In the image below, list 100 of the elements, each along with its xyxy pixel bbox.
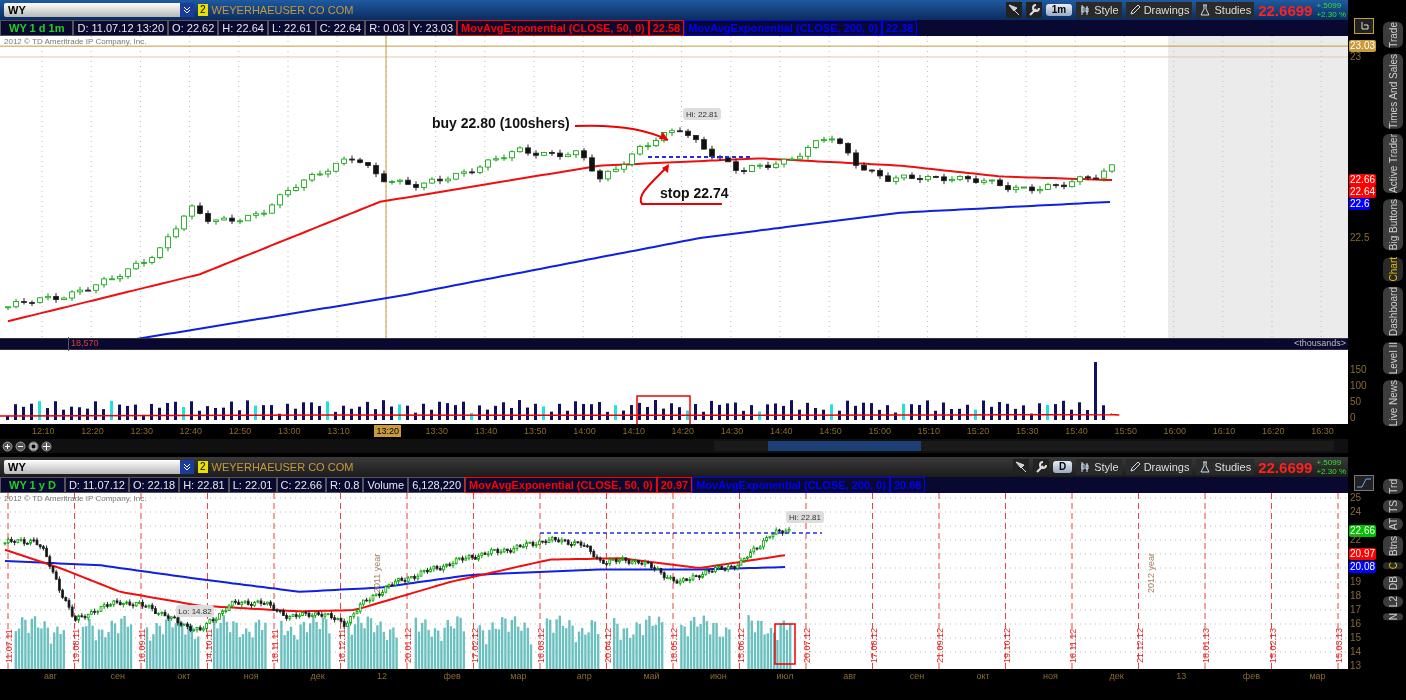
side-tab[interactable]: Big Buttons	[1383, 199, 1403, 251]
aggregation-button[interactable]: D	[1052, 461, 1073, 473]
date-marker-label: 14.10.11	[203, 628, 214, 663]
side-tab[interactable]: Level II	[1383, 341, 1403, 375]
data-field: R: 0.8	[326, 477, 364, 493]
link-badge[interactable]: 2	[198, 4, 208, 16]
price-tick-label: 14	[1350, 646, 1362, 658]
last-price: 22.6699	[1258, 2, 1313, 18]
time-axis-label: 12:20	[80, 425, 105, 437]
toolbar-button[interactable]: Drawings	[1125, 459, 1193, 475]
net-change: +.5099	[1316, 458, 1343, 467]
side-tab[interactable]: L2	[1383, 595, 1403, 607]
price-tick-label: 23	[1350, 51, 1362, 63]
symbol-field[interactable]: WY	[4, 460, 194, 474]
side-tab[interactable]: Dashboard	[1383, 286, 1403, 336]
company-name: WEYERHAEUSER CO COM	[211, 459, 354, 475]
data-field: H: 22.81	[179, 477, 229, 493]
time-axis-label: 13:50	[523, 425, 548, 437]
toolbar-button[interactable]: Drawings	[1125, 2, 1193, 18]
month-axis-label: апр	[576, 670, 592, 682]
side-tab[interactable]: AT	[1383, 518, 1403, 531]
data-field: 6,128,220	[408, 477, 466, 493]
time-axis-label: 12:30	[129, 425, 154, 437]
study-label: 22.38	[881, 20, 918, 36]
data-field: D: 11.07.12	[64, 477, 129, 493]
side-tab[interactable]: C	[1383, 562, 1403, 570]
volume-axis-label: 0	[1350, 412, 1356, 424]
price-tick-label: 17	[1350, 604, 1362, 616]
year-marker-label: 2012 year	[1146, 552, 1156, 593]
copyright-text: 2012 © TD Ameritrade IP Company, Inc.	[4, 494, 147, 503]
price-tick-label: 22	[1350, 534, 1362, 546]
side-tab[interactable]: Trd	[1383, 479, 1403, 494]
date-marker-label: 18.11.11	[270, 629, 280, 663]
time-axis-label: 15:40	[1064, 425, 1089, 437]
date-marker-label: 18.01.13	[1201, 627, 1211, 663]
data-field: D: 11.07.12 13:20	[73, 20, 169, 36]
time-axis-label: 12:50	[227, 425, 253, 437]
volume-axis-label: 150	[1350, 364, 1367, 376]
month-axis-label: окт	[177, 670, 191, 682]
time-axis-label: 15:20	[965, 425, 991, 437]
side-tab[interactable]: Live News	[1383, 380, 1403, 427]
study-label: MovAvgExponential (CLOSE, 200, 0)	[684, 20, 882, 36]
time-axis-label: 14:10	[621, 425, 646, 437]
date-marker-label: 16.12.11	[336, 628, 347, 663]
aggregation-button[interactable]: 1m	[1045, 4, 1073, 16]
data-field: L: 22.01	[228, 477, 277, 493]
study-label: 20.08	[889, 477, 926, 493]
price-tick-label: 19	[1350, 576, 1362, 588]
date-marker-label: 18.05.12	[669, 627, 679, 663]
date-marker-label: 15.02.13	[1267, 627, 1278, 663]
year-marker-label: 2011 year	[372, 553, 382, 593]
toolbar-button[interactable]: Style	[1076, 2, 1122, 18]
volume-units: <thousands>	[1293, 337, 1346, 351]
data-field: C: 22.64	[315, 20, 366, 36]
data-field: C: 22.66	[276, 477, 327, 493]
month-axis-label: мар	[1309, 670, 1326, 682]
time-axis-label: 15:30	[1015, 425, 1040, 437]
month-axis-label: окт	[976, 670, 990, 682]
chart-title: WY 1 d 1m	[0, 20, 74, 36]
toolbar-button[interactable]: Studies	[1196, 2, 1255, 18]
month-axis-label: ноя	[243, 670, 259, 682]
month-axis-label: фев	[443, 670, 461, 682]
month-axis-label: июл	[776, 670, 794, 682]
data-field: O: 22.62	[168, 20, 219, 36]
time-axis-label: 13:40	[473, 425, 499, 437]
study-label: MovAvgExponential (CLOSE, 50, 0)	[457, 20, 649, 36]
percent-change: +2.30 %	[1316, 10, 1346, 19]
time-axis-label: 15:50	[1113, 425, 1138, 437]
high-price-label: Hi: 22.81	[786, 511, 824, 523]
month-axis-label: ноя	[1043, 670, 1058, 682]
time-axis-label: 15:00	[867, 425, 892, 437]
time-axis-label: 13:30	[424, 425, 450, 437]
toolbar-button[interactable]: Studies	[1196, 459, 1255, 475]
side-tab[interactable]: Btns	[1383, 536, 1403, 557]
date-marker-label: 21.09.12	[935, 627, 945, 663]
chart-annotation: buy 22.80 (100shers)	[432, 115, 570, 131]
price-tick-label: 22.5	[1350, 232, 1370, 244]
side-tab[interactable]: Times And Sales	[1383, 53, 1403, 129]
side-tab[interactable]: Trade	[1383, 22, 1403, 48]
data-field: Volume	[363, 477, 409, 493]
date-marker-label: 19.10.12	[1001, 627, 1012, 663]
chart-annotation: stop 22.74	[660, 185, 729, 201]
side-tab[interactable]: Chart	[1383, 256, 1403, 281]
month-axis-label: дек	[1109, 670, 1124, 682]
price-tick-label: 24	[1350, 506, 1362, 518]
toolbar-button[interactable]: Style	[1076, 459, 1122, 475]
side-tab[interactable]: DB	[1383, 575, 1403, 590]
date-marker-label: 16.09.11	[137, 628, 147, 663]
time-axis-label: 16:30	[1310, 425, 1335, 437]
date-marker-label: 16.03.12	[536, 627, 546, 663]
side-tab[interactable]: TS	[1383, 499, 1403, 513]
side-tab[interactable]: Active Trader	[1383, 134, 1403, 194]
link-badge[interactable]: 2	[198, 461, 208, 473]
time-axis-label: 12:40	[178, 425, 204, 437]
date-marker-label: 11.07.11	[4, 629, 14, 663]
time-axis-label: 16:00	[1162, 425, 1188, 437]
price-tick-label: 18	[1350, 590, 1362, 602]
data-field: H: 22.64	[218, 20, 268, 36]
symbol-field[interactable]: WY	[4, 3, 194, 17]
side-tab[interactable]: N	[1383, 612, 1403, 620]
